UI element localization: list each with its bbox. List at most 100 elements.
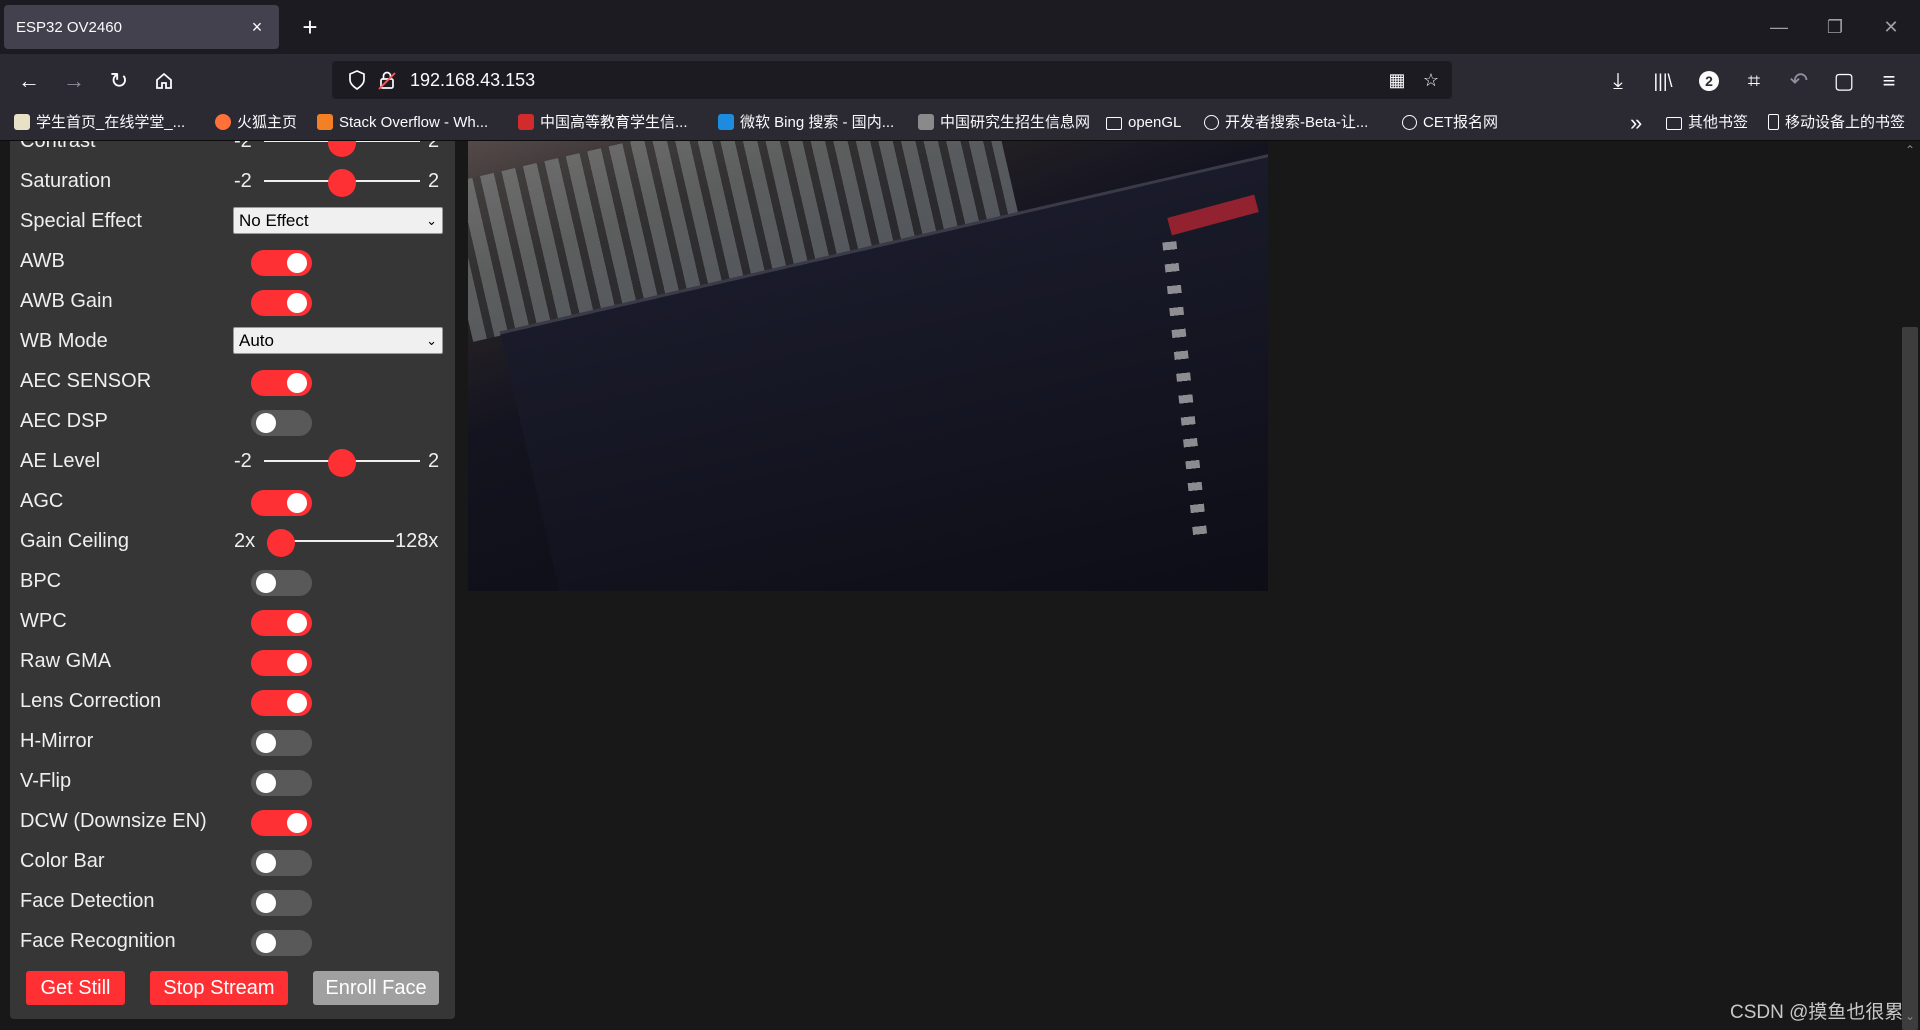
bpc-toggle[interactable] bbox=[251, 570, 312, 596]
dcw-toggle[interactable] bbox=[251, 810, 312, 836]
bookmark-label: 中国研究生招生信息网 bbox=[940, 114, 1091, 131]
lock-insecure-icon[interactable] bbox=[372, 61, 402, 99]
get-still-button[interactable]: Get Still bbox=[26, 971, 125, 1005]
bookmark-item[interactable]: 火狐主页 bbox=[215, 106, 297, 140]
color-bar-toggle[interactable] bbox=[251, 850, 312, 876]
ae-level-thumb[interactable] bbox=[328, 449, 356, 477]
saturation-thumb[interactable] bbox=[328, 169, 356, 197]
h-mirror-toggle[interactable] bbox=[251, 730, 312, 756]
toggle-knob bbox=[287, 653, 307, 673]
url-text[interactable]: 192.168.43.153 bbox=[410, 61, 535, 99]
lens-correction-label: Lens Correction bbox=[20, 690, 162, 712]
bookmark-item[interactable]: 微软 Bing 搜索 - 国内... bbox=[718, 106, 894, 140]
raw-gma-toggle[interactable] bbox=[251, 650, 312, 676]
saturation-label: Saturation bbox=[20, 170, 112, 192]
lens-correction-toggle[interactable] bbox=[251, 690, 312, 716]
close-window-icon[interactable]: ✕ bbox=[1876, 14, 1906, 40]
raw-gma-label: Raw GMA bbox=[20, 650, 112, 672]
bookmark-item[interactable]: Stack Overflow - Wh... bbox=[317, 106, 488, 140]
scroll-thumb[interactable] bbox=[1902, 327, 1918, 1030]
special-effect-select[interactable]: No Effect ⌄ bbox=[233, 207, 443, 234]
chevron-down-icon: ⌄ bbox=[426, 213, 437, 228]
contrast-thumb[interactable] bbox=[328, 141, 356, 157]
stop-stream-button[interactable]: Stop Stream bbox=[150, 971, 288, 1005]
wb-mode-select[interactable]: Auto ⌄ bbox=[233, 327, 443, 354]
account-badge-icon[interactable]: 2 bbox=[1692, 64, 1726, 98]
dcw-row: DCW (Downsize EN) bbox=[10, 801, 455, 841]
v-flip-toggle[interactable] bbox=[251, 770, 312, 796]
gain-ceiling-max: 128x bbox=[395, 530, 439, 552]
reader-view-icon[interactable]: ▢ bbox=[1827, 64, 1861, 98]
bookmark-label: 火狐主页 bbox=[237, 114, 298, 131]
agc-toggle[interactable] bbox=[251, 490, 312, 516]
bookmark-label: 其他书签 bbox=[1688, 114, 1749, 131]
toggle-knob bbox=[287, 693, 307, 713]
ae-level-label: AE Level bbox=[20, 450, 101, 472]
crop-screenshot-icon[interactable]: ⌗ bbox=[1737, 64, 1771, 98]
close-tab-icon[interactable]: × bbox=[247, 17, 267, 38]
back-icon[interactable]: ← bbox=[12, 64, 46, 98]
shield-icon[interactable] bbox=[342, 61, 372, 99]
qr-code-icon[interactable]: ▦ bbox=[1382, 61, 1412, 99]
awb-row: AWB bbox=[10, 241, 455, 281]
wb-mode-label: WB Mode bbox=[20, 330, 108, 352]
saturation-max: 2 bbox=[428, 170, 440, 192]
bookmark-item[interactable]: 中国高等教育学生信... bbox=[518, 106, 688, 140]
v-flip-label: V-Flip bbox=[20, 770, 72, 792]
mobile-bookmarks-folder[interactable]: 移动设备上的书签 bbox=[1768, 106, 1905, 140]
bookmark-item[interactable]: 开发者搜索-Beta-让... bbox=[1204, 106, 1368, 140]
contrast-label: Contrast bbox=[20, 141, 96, 152]
bookmark-item[interactable]: 学生首页_在线学堂_... bbox=[14, 106, 185, 140]
enroll-face-button[interactable]: Enroll Face bbox=[313, 971, 439, 1005]
bookmark-label: 移动设备上的书签 bbox=[1785, 114, 1906, 131]
ae-level-slider-row: AE Level -2 2 bbox=[10, 441, 455, 481]
browser-tab[interactable]: ESP32 OV2460 × bbox=[4, 5, 279, 49]
home-icon[interactable] bbox=[147, 64, 181, 98]
globe-icon bbox=[1204, 115, 1219, 130]
bookmark-star-icon[interactable]: ☆ bbox=[1416, 61, 1446, 99]
bookmarks-toolbar: 学生首页_在线学堂_... 火狐主页 Stack Overflow - Wh..… bbox=[0, 106, 1920, 141]
bookmark-label: 中国高等教育学生信... bbox=[540, 114, 688, 131]
page-scrollbar[interactable]: ⌃ ⌄ bbox=[1900, 141, 1920, 1030]
yz-icon bbox=[918, 114, 934, 130]
download-icon[interactable]: ⤓ bbox=[1601, 64, 1635, 98]
aec-sensor-toggle[interactable] bbox=[251, 370, 312, 396]
special-effect-value: No Effect bbox=[239, 211, 309, 230]
mobile-device-icon bbox=[1768, 114, 1779, 130]
wpc-label: WPC bbox=[20, 610, 67, 632]
other-bookmarks-folder[interactable]: 其他书签 bbox=[1666, 106, 1748, 140]
bpc-row: BPC bbox=[10, 561, 455, 601]
contrast-slider-row: Contrast -2 2 bbox=[10, 141, 455, 161]
toggle-knob bbox=[256, 413, 276, 433]
color-bar-row: Color Bar bbox=[10, 841, 455, 881]
toggle-knob bbox=[287, 613, 307, 633]
bookmark-folder-opengl[interactable]: openGL bbox=[1106, 106, 1181, 140]
aec-dsp-toggle[interactable] bbox=[251, 410, 312, 436]
ae-level-min: -2 bbox=[234, 450, 252, 472]
address-bar[interactable]: 192.168.43.153 ▦ ☆ bbox=[332, 61, 1452, 99]
minimize-icon[interactable]: — bbox=[1764, 14, 1794, 40]
bookmark-item[interactable]: 中国研究生招生信息网 bbox=[918, 106, 1090, 140]
bookmark-label: 微软 Bing 搜索 - 国内... bbox=[740, 114, 895, 131]
undo-icon[interactable]: ↶ bbox=[1782, 64, 1816, 98]
ae-level-max: 2 bbox=[428, 450, 440, 472]
forward-icon[interactable]: → bbox=[57, 64, 91, 98]
lens-correction-row: Lens Correction bbox=[10, 681, 455, 721]
face-detection-toggle[interactable] bbox=[251, 890, 312, 916]
awb-gain-toggle[interactable] bbox=[251, 290, 312, 316]
reload-icon[interactable]: ↻ bbox=[102, 64, 136, 98]
awb-toggle[interactable] bbox=[251, 250, 312, 276]
face-detection-label: Face Detection bbox=[20, 890, 155, 912]
menu-icon[interactable]: ≡ bbox=[1872, 64, 1906, 98]
bookmark-item[interactable]: CET报名网 bbox=[1402, 106, 1498, 140]
face-recognition-toggle[interactable] bbox=[251, 930, 312, 956]
scroll-up-icon[interactable]: ⌃ bbox=[1900, 143, 1920, 157]
wpc-toggle[interactable] bbox=[251, 610, 312, 636]
restore-icon[interactable]: ❐ bbox=[1820, 14, 1850, 40]
gain-ceiling-thumb[interactable] bbox=[267, 529, 295, 557]
face-recognition-row: Face Recognition bbox=[10, 921, 455, 961]
new-tab-button[interactable]: + bbox=[293, 10, 327, 44]
bookmarks-overflow-icon[interactable]: » bbox=[1630, 106, 1642, 140]
firefox-icon bbox=[215, 114, 231, 130]
library-icon[interactable]: |||\ bbox=[1646, 64, 1680, 98]
